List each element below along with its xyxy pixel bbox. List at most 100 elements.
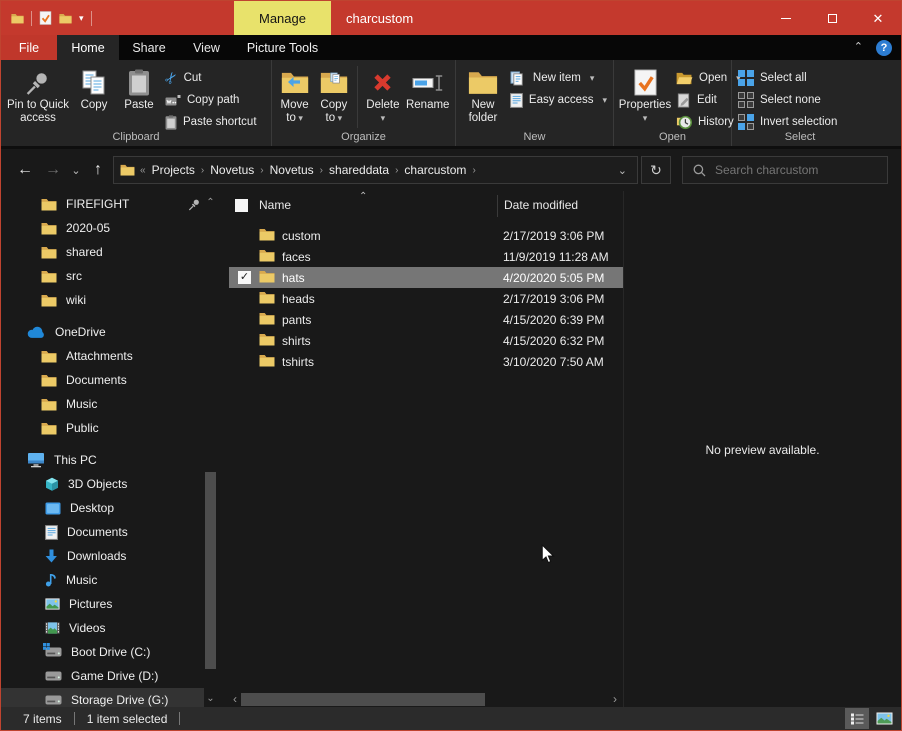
close-button[interactable]: ✕ xyxy=(855,1,901,35)
folder-icon[interactable] xyxy=(59,13,72,24)
properties-icon[interactable] xyxy=(39,11,52,25)
new-item-button[interactable]: New item ▾ xyxy=(507,67,610,89)
file-row-tshirts[interactable]: tshirts 3/10/2020 7:50 AM xyxy=(229,351,623,372)
sidebar-item-this-pc[interactable]: This PC xyxy=(1,448,229,472)
file-row-faces[interactable]: faces 11/9/2019 11:28 AM xyxy=(229,246,623,267)
breadcrumb-novetus-2[interactable]: Novetus xyxy=(265,163,319,177)
tab-home[interactable]: Home xyxy=(57,35,119,60)
breadcrumb-projects[interactable]: Projects xyxy=(147,163,200,177)
properties-button[interactable]: Properties ▾ xyxy=(617,64,673,125)
sidebar-item-onedrive-documents[interactable]: Documents xyxy=(1,368,229,392)
delete-button[interactable]: Delete ▾ xyxy=(362,64,403,125)
select-all-checkbox[interactable] xyxy=(235,199,248,212)
sidebar-item-documents[interactable]: Documents xyxy=(1,520,229,544)
maximize-button[interactable] xyxy=(809,1,855,35)
minimize-button[interactable] xyxy=(763,1,809,35)
file-row-heads[interactable]: heads 2/17/2019 3:06 PM xyxy=(229,288,623,309)
horizontal-scrollbar[interactable]: ‹ › xyxy=(229,691,621,707)
sidebar-item-label: Music xyxy=(66,573,97,587)
customize-toolbar-chevron-icon[interactable]: ▾ xyxy=(79,13,84,24)
refresh-button[interactable]: ↻ xyxy=(641,156,671,184)
select-all-button[interactable]: Select all xyxy=(735,67,840,89)
tab-picture-tools[interactable]: Picture Tools xyxy=(234,35,331,60)
sidebar-item-3d-objects[interactable]: 3D Objects xyxy=(1,472,229,496)
search-input[interactable] xyxy=(715,163,877,177)
breadcrumb-shareddata[interactable]: shareddata xyxy=(324,163,394,177)
navigation-pane: FIREFIGHT 2020-05 shared src wiki xyxy=(1,191,229,707)
sidebar-item-onedrive[interactable]: OneDrive xyxy=(1,320,229,344)
sidebar-item-2020-05[interactable]: 2020-05 xyxy=(1,216,229,240)
cut-button[interactable]: ✂ Cut xyxy=(162,67,260,89)
sidebar-scroll-up-arrow[interactable]: ⌃ xyxy=(203,195,218,209)
breadcrumb-chevron-icon[interactable]: › xyxy=(471,165,476,176)
sidebar-item-pictures[interactable]: Pictures xyxy=(1,592,229,616)
copy-to-button[interactable]: Copy to ▾ xyxy=(314,64,353,125)
sidebar-item-game-drive-d[interactable]: Game Drive (D:) xyxy=(1,664,229,688)
scroll-right-icon[interactable]: › xyxy=(609,692,621,706)
paste-shortcut-button[interactable]: Paste shortcut xyxy=(162,111,260,133)
ribbon-group-clipboard: Pin to Quick access Copy Paste ✂ Cut Cop… xyxy=(1,60,272,146)
sidebar-item-onedrive-music[interactable]: Music xyxy=(1,392,229,416)
column-header-name[interactable]: Name xyxy=(259,198,291,212)
large-icons-view-button[interactable] xyxy=(872,708,896,729)
file-row-pants[interactable]: pants 4/15/2020 6:39 PM xyxy=(229,309,623,330)
tab-file[interactable]: File xyxy=(1,35,57,60)
sidebar-scrollbar-thumb[interactable] xyxy=(205,472,216,669)
breadcrumb-overflow-icon[interactable]: « xyxy=(139,165,147,176)
ribbon-group-organize: Move to ▾ Copy to ▾ Delete ▾ Rename Orga… xyxy=(272,60,456,146)
button-label: Paste shortcut xyxy=(183,116,257,128)
copy-button[interactable]: Copy xyxy=(72,64,116,112)
delete-icon xyxy=(370,66,395,99)
minimize-ribbon-icon[interactable]: ⌃ xyxy=(854,40,863,53)
sidebar-item-music[interactable]: Music xyxy=(1,568,229,592)
file-row-shirts[interactable]: shirts 4/15/2020 6:32 PM xyxy=(229,330,623,351)
folder-icon xyxy=(120,164,135,176)
breadcrumb-novetus[interactable]: Novetus xyxy=(205,163,259,177)
pin-to-quick-access-button[interactable]: Pin to Quick access xyxy=(4,64,72,125)
row-checkbox-checked[interactable]: ✓ xyxy=(238,271,251,284)
details-view-button[interactable] xyxy=(845,708,869,729)
horizontal-scrollbar-thumb[interactable] xyxy=(241,693,485,706)
column-header-date-modified[interactable]: Date modified xyxy=(504,198,578,212)
search-box[interactable] xyxy=(682,156,888,184)
back-icon[interactable]: ← xyxy=(13,149,37,191)
breadcrumb-charcustom[interactable]: charcustom xyxy=(399,163,471,177)
address-bar[interactable]: « Projects › Novetus › Novetus › sharedd… xyxy=(113,156,638,184)
explorer-window: ▾ Manage charcustom ✕ File Home Share Vi… xyxy=(0,0,902,731)
select-none-button[interactable]: Select none xyxy=(735,89,840,111)
folder-icon[interactable] xyxy=(11,13,24,24)
manage-contextual-tab[interactable]: Manage xyxy=(234,1,331,35)
sidebar-item-attachments[interactable]: Attachments xyxy=(1,344,229,368)
help-icon[interactable]: ? xyxy=(876,40,892,56)
column-divider[interactable] xyxy=(497,195,498,217)
sidebar-item-videos[interactable]: Videos xyxy=(1,616,229,640)
sidebar-item-downloads[interactable]: Downloads xyxy=(1,544,229,568)
sidebar-item-storage-drive-g[interactable]: Storage Drive (G:) xyxy=(1,688,204,707)
file-row-hats-selected[interactable]: ✓ hats 4/20/2020 5:05 PM xyxy=(229,267,623,288)
sidebar-item-firefight[interactable]: FIREFIGHT xyxy=(1,192,229,216)
easy-access-button[interactable]: Easy access ▾ xyxy=(507,89,610,111)
group-inner-separator xyxy=(357,66,358,128)
scroll-left-icon[interactable]: ‹ xyxy=(229,692,241,706)
move-to-button[interactable]: Move to ▾ xyxy=(275,64,314,125)
sidebar-scroll-down-arrow[interactable]: ⌄ xyxy=(203,691,218,705)
recent-locations-chevron-icon[interactable]: ⌄ xyxy=(67,149,85,191)
tab-view[interactable]: View xyxy=(179,35,234,60)
rename-button[interactable]: Rename xyxy=(403,64,452,112)
sidebar-item-src[interactable]: src xyxy=(1,264,229,288)
sidebar-item-desktop[interactable]: Desktop xyxy=(1,496,229,520)
tab-share[interactable]: Share xyxy=(119,35,179,60)
up-icon[interactable]: ↑ xyxy=(87,149,109,191)
folder-icon xyxy=(41,222,57,235)
sidebar-item-public[interactable]: Public xyxy=(1,416,229,440)
address-dropdown-chevron-icon[interactable]: ⌄ xyxy=(618,164,631,177)
file-row-custom[interactable]: custom 2/17/2019 3:06 PM xyxy=(229,225,623,246)
invert-selection-button[interactable]: Invert selection xyxy=(735,111,840,133)
sidebar-item-shared[interactable]: shared xyxy=(1,240,229,264)
paste-button[interactable]: Paste xyxy=(116,64,162,112)
copy-path-button[interactable]: Copy path xyxy=(162,89,260,111)
sidebar-item-boot-drive-c[interactable]: Boot Drive (C:) xyxy=(1,640,229,664)
new-folder-button[interactable]: New folder xyxy=(459,64,507,125)
forward-icon[interactable]: → xyxy=(41,149,65,191)
sidebar-item-wiki[interactable]: wiki xyxy=(1,288,229,312)
